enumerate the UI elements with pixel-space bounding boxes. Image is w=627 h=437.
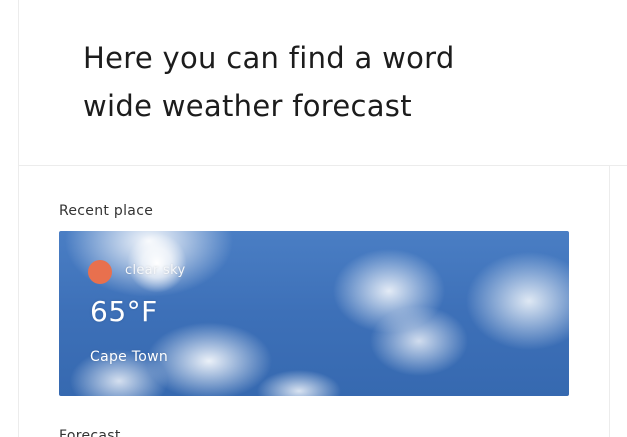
main-content: Recent place clear sky 65°F Cape Town Fo… xyxy=(18,166,610,437)
weather-condition-icon xyxy=(88,260,112,284)
recent-place-label: Recent place xyxy=(59,203,154,219)
forecast-label: Forecast xyxy=(59,428,121,437)
weather-card-recent[interactable]: clear sky 65°F Cape Town xyxy=(59,231,569,396)
hero-banner: Here you can find a word wide weather fo… xyxy=(18,0,627,166)
city-name: Cape Town xyxy=(90,349,169,365)
page: Here you can find a word wide weather fo… xyxy=(0,0,627,437)
hero-title: Here you can find a word wide weather fo… xyxy=(83,41,455,123)
weather-condition: clear sky xyxy=(125,263,186,278)
temperature-value: 65°F xyxy=(90,295,158,328)
